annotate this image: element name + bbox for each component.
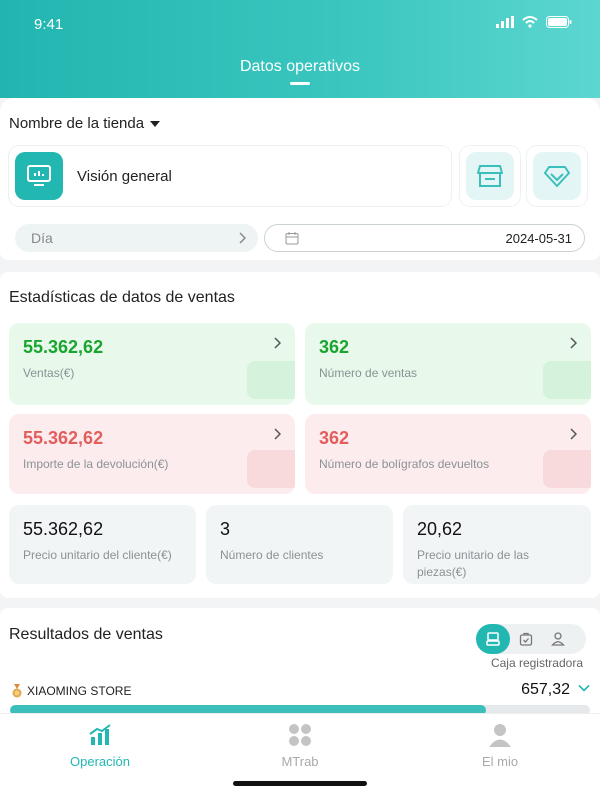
results-mode-caption: Caja registradora — [490, 656, 583, 670]
bar-chart-trend-icon — [89, 724, 111, 745]
customer-unit-price-label: Precio unitario del cliente(€) — [23, 548, 172, 562]
chevron-right-icon — [570, 337, 577, 349]
store-result-row: XIAOMING STORE — [11, 684, 131, 698]
customers-value: 3 — [220, 519, 231, 539]
diamond-icon — [544, 166, 570, 187]
calendar-icon — [285, 232, 299, 245]
sales-count-label: Número de ventas — [319, 366, 418, 380]
bag-check-icon — [519, 632, 533, 646]
chevron-right-icon — [239, 232, 246, 244]
customer-unit-price-card: 55.362,62 Precio unitario del cliente(€) — [9, 505, 196, 584]
home-indicator — [233, 781, 367, 786]
signal-icon — [496, 16, 514, 28]
date-value: 2024-05-31 — [505, 230, 573, 246]
apps-grid-icon — [289, 724, 311, 746]
medal-icon — [12, 684, 22, 698]
cash-register-mode-button[interactable] — [476, 624, 510, 654]
monitor-chart-icon — [15, 152, 63, 200]
chevron-down-icon[interactable] — [578, 684, 590, 692]
chevron-right-icon — [570, 428, 577, 440]
title-underline — [290, 82, 310, 85]
overview-label: Visión general — [77, 167, 172, 185]
period-selector[interactable]: Día — [15, 224, 258, 252]
sales-results-title: Resultados de ventas — [9, 626, 163, 643]
date-picker[interactable]: 2024-05-31 — [264, 224, 585, 252]
status-time: 9:41 — [34, 16, 64, 33]
staff-mode-button[interactable] — [542, 624, 574, 654]
tab-el-mio[interactable]: El mio — [400, 722, 600, 769]
app-header: 9:41 Datos operativos — [0, 0, 600, 98]
piece-unit-price-card: 20,62 Precio unitario de las piezas(€) — [403, 505, 591, 584]
cash-register-decoration-icon — [247, 361, 295, 399]
piece-unit-price-label: Precio unitario de las piezas(€) — [417, 548, 530, 579]
sales-stat-card[interactable]: 55.362,62 Ventas(€) — [9, 323, 295, 405]
chevron-right-icon — [274, 428, 281, 440]
customer-unit-price-value: 55.362,62 — [23, 519, 104, 539]
orders-mode-button[interactable] — [510, 624, 542, 654]
store-sales-value: 657,32 — [521, 681, 570, 698]
cash-register-icon — [486, 632, 500, 646]
wifi-icon — [522, 16, 538, 28]
tab-mtrab-label: MTrab — [281, 754, 319, 769]
cash-register-decoration-icon — [543, 361, 591, 399]
return-decoration-icon — [543, 450, 591, 488]
tab-operacion-label: Operación — [70, 754, 130, 769]
bottom-tab-bar: Operación MTrab El mio — [0, 713, 600, 800]
refund-amount-label: Importe de la devolución(€) — [23, 457, 169, 471]
refund-amount-stat-card[interactable]: 55.362,62 Importe de la devolución(€) — [9, 414, 295, 494]
customers-card: 3 Número de clientes — [206, 505, 393, 584]
sales-count-stat-card[interactable]: 362 Número de ventas — [305, 323, 591, 405]
tab-el-mio-label: El mio — [481, 754, 519, 769]
membership-button[interactable] — [527, 146, 587, 206]
results-mode-toggle — [476, 624, 586, 654]
store-view-button[interactable] — [460, 146, 520, 206]
store-icon — [477, 165, 503, 187]
user-profile-icon — [489, 724, 511, 747]
overview-card[interactable]: Visión general — [9, 146, 451, 206]
tab-mtrab[interactable]: MTrab — [200, 722, 400, 769]
sales-stats-section: Estadísticas de datos de ventas 55.362,6… — [0, 272, 600, 598]
chevron-right-icon — [274, 337, 281, 349]
caret-down-icon — [150, 120, 161, 127]
piece-unit-price-value: 20,62 — [417, 519, 463, 539]
sales-stats-title: Estadísticas de datos de ventas — [9, 289, 235, 306]
person-icon — [551, 632, 565, 646]
battery-icon — [546, 16, 572, 28]
store-selector[interactable]: Nombre de la tienda — [9, 115, 161, 132]
returned-count-value: 362 — [319, 428, 350, 448]
returned-count-label: Número de bolígrafos devueltos — [319, 457, 490, 471]
tab-operacion[interactable]: Operación — [0, 722, 200, 769]
store-name: XIAOMING STORE — [27, 684, 132, 698]
sales-count-value: 362 — [319, 337, 350, 357]
sales-results-section: Resultados de ventas Caja registradora X… — [0, 608, 600, 718]
refund-amount-value: 55.362,62 — [23, 428, 104, 448]
page-title: Datos operativos — [239, 58, 361, 75]
customers-label: Número de clientes — [220, 548, 324, 562]
sales-value: 55.362,62 — [23, 337, 104, 357]
period-label: Día — [31, 230, 53, 246]
filter-panel: Nombre de la tienda Visión general Día 2… — [0, 98, 600, 260]
return-decoration-icon — [247, 450, 295, 488]
returned-count-stat-card[interactable]: 362 Número de bolígrafos devueltos — [305, 414, 591, 494]
status-icons — [496, 16, 572, 28]
sales-label: Ventas(€) — [23, 366, 75, 380]
store-selector-label: Nombre de la tienda — [9, 115, 145, 132]
